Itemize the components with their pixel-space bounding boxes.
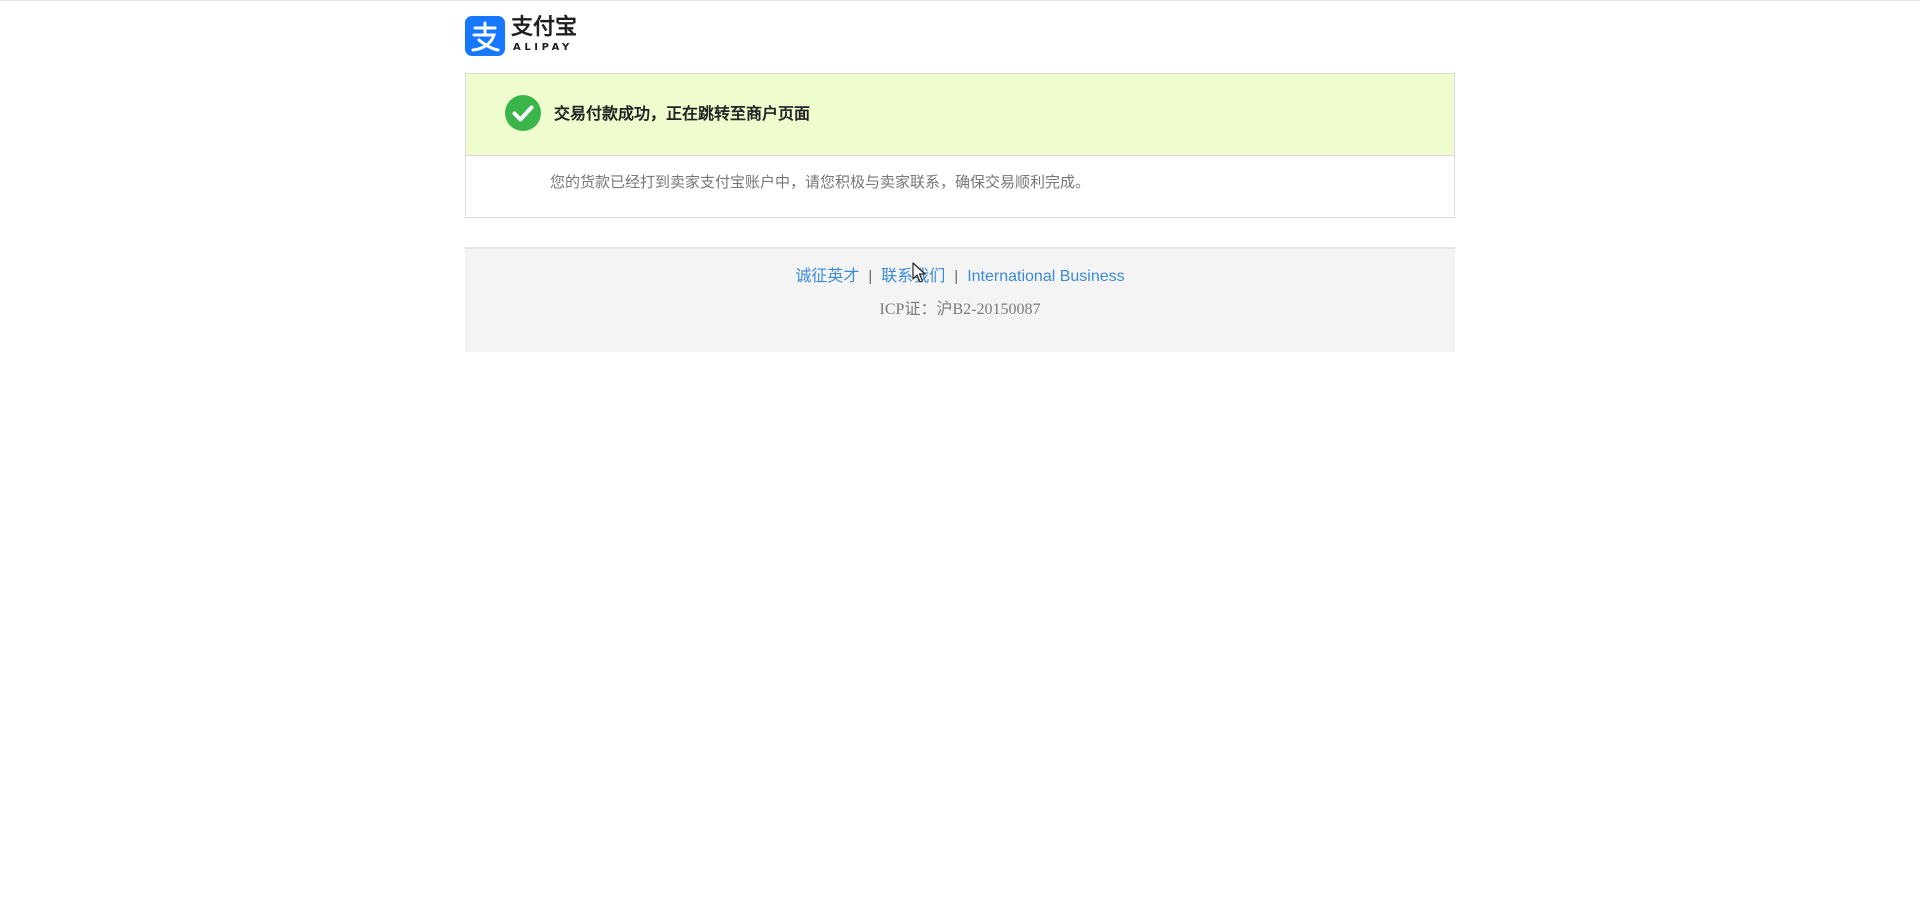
- footer-links: 诚征英才|联系我们|International Business: [465, 266, 1455, 287]
- icp-license: ICP证：沪B2-20150087: [879, 301, 1041, 318]
- success-banner: 交易付款成功，正在跳转至商户页面: [466, 74, 1454, 156]
- alipay-logo-icon: [465, 16, 505, 56]
- footer-separator: |: [868, 268, 873, 285]
- mouse-cursor-icon: [912, 262, 926, 284]
- footer-separator: |: [954, 268, 959, 285]
- top-divider: [0, 0, 1920, 1]
- check-circle-icon: [505, 95, 541, 131]
- success-message: 您的货款已经打到卖家支付宝账户中，请您积极与卖家联系，确保交易顺利完成。: [550, 173, 1091, 191]
- header: 支付宝 ALIPAY: [465, 16, 1455, 58]
- footer: 诚征英才|联系我们|International Business ICP证：沪B…: [465, 247, 1455, 352]
- footer-link-careers[interactable]: 诚征英才: [795, 268, 859, 285]
- logo-subtext: ALIPAY: [513, 42, 573, 53]
- success-title: 交易付款成功，正在跳转至商户页面: [554, 104, 811, 123]
- alipay-logo[interactable]: 支付宝 ALIPAY: [465, 16, 585, 58]
- logo-text: 支付宝: [511, 15, 578, 40]
- payment-result-card: 交易付款成功，正在跳转至商户页面 您的货款已经打到卖家支付宝账户中，请您积极与卖…: [465, 73, 1455, 218]
- footer-link-international-business[interactable]: International Business: [967, 268, 1124, 285]
